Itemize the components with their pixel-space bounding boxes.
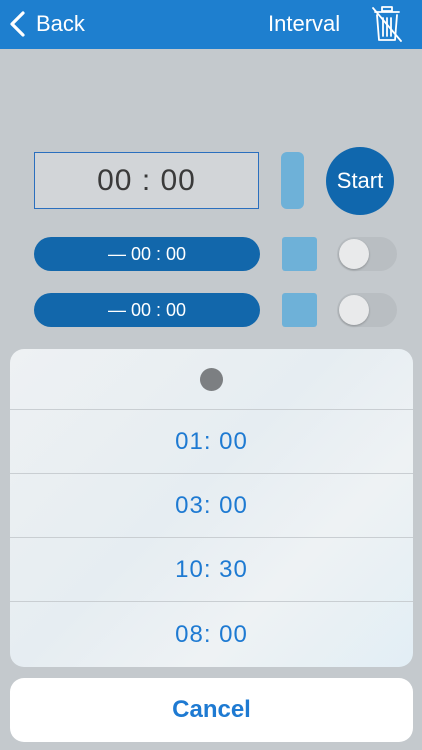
action-sheet: 01: 00 03: 00 10: 30 08: 00 bbox=[10, 349, 413, 667]
timer-indicator-bar bbox=[281, 152, 304, 209]
cancel-button[interactable]: Cancel bbox=[10, 678, 413, 742]
interval-toggle[interactable] bbox=[337, 237, 397, 271]
sheet-option[interactable]: 01: 00 bbox=[10, 410, 413, 474]
action-sheet-header bbox=[10, 349, 413, 410]
back-label: Back bbox=[36, 11, 85, 36]
nav-bar: Back Interval bbox=[0, 0, 422, 49]
back-button[interactable]: Back bbox=[8, 8, 85, 40]
start-button[interactable]: Start bbox=[326, 147, 394, 215]
interval-color-swatch[interactable] bbox=[282, 237, 317, 271]
chevron-left-icon bbox=[10, 11, 25, 37]
toggle-knob bbox=[339, 239, 369, 269]
timer-display[interactable]: 00 : 00 bbox=[34, 152, 259, 209]
toggle-knob bbox=[339, 295, 369, 325]
dot-icon bbox=[200, 368, 223, 391]
interval-color-swatch[interactable] bbox=[282, 293, 317, 327]
sheet-option[interactable]: 03: 00 bbox=[10, 474, 413, 538]
interval-toggle[interactable] bbox=[337, 293, 397, 327]
interval-time-button[interactable]: — 00 : 00 bbox=[34, 237, 260, 271]
interval-time-button[interactable]: — 00 : 00 bbox=[34, 293, 260, 327]
sheet-option[interactable]: 08: 00 bbox=[10, 603, 413, 667]
trash-icon[interactable] bbox=[370, 5, 404, 43]
page-title: Interval bbox=[268, 11, 341, 36]
sheet-option[interactable]: 10: 30 bbox=[10, 538, 413, 602]
